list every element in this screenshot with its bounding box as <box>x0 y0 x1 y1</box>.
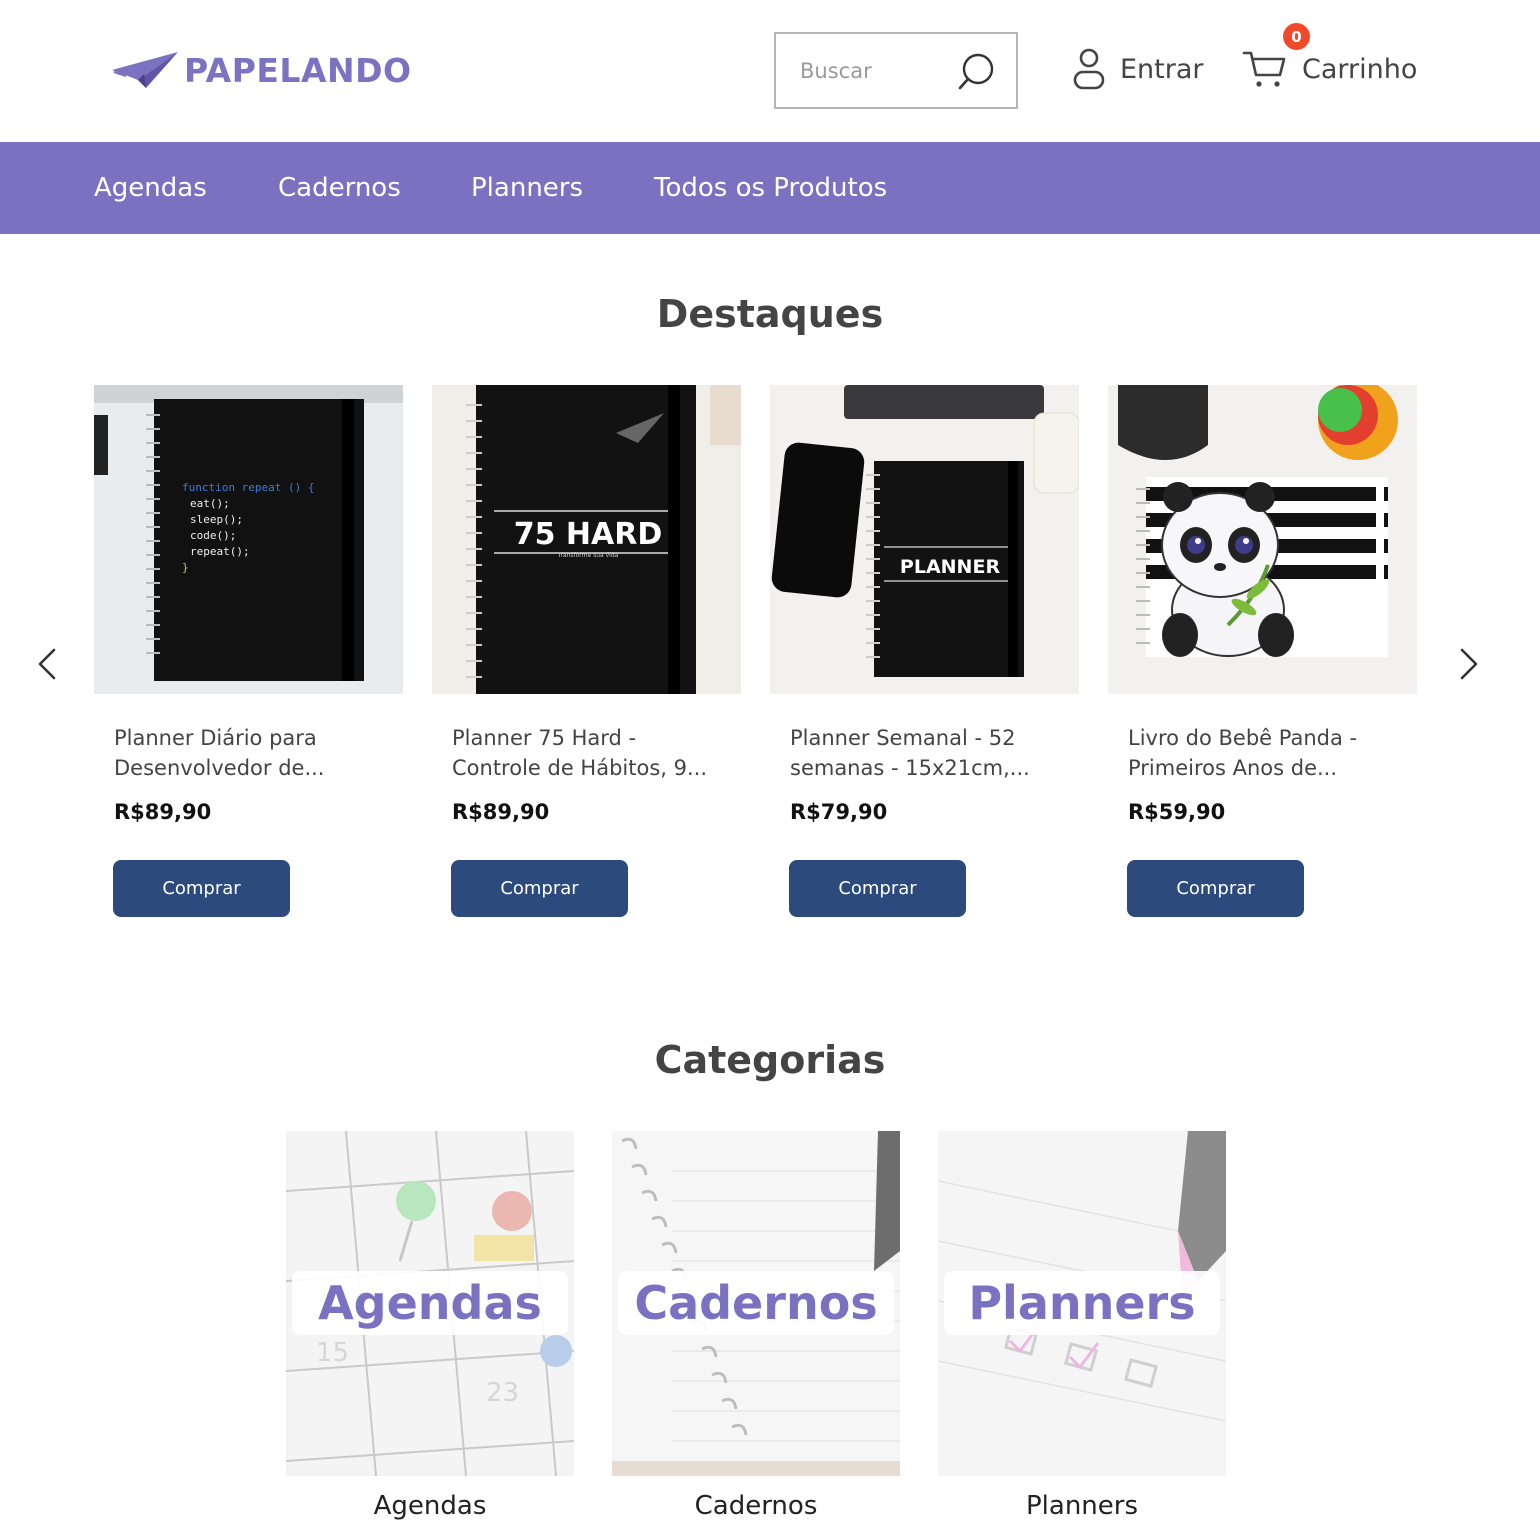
buy-button[interactable]: Comprar <box>451 860 628 917</box>
category-caption[interactable]: Cadernos <box>612 1491 900 1521</box>
nav-item-cadernos[interactable]: Cadernos <box>278 142 401 234</box>
category-card-planners[interactable]: Planners Planners <box>938 1131 1226 1521</box>
product-price: R$79,90 <box>790 800 888 824</box>
cover-code-line-4: code(); <box>190 529 236 542</box>
category-caption[interactable]: Agendas <box>286 1491 574 1521</box>
user-icon <box>1073 48 1105 90</box>
product-name[interactable]: Planner 75 Hard - Controle de Hábitos, 9… <box>452 723 732 783</box>
product-card[interactable]: Livro do Bebê Panda - Primeiros Anos de.… <box>1108 385 1417 917</box>
category-image[interactable]: Cadernos <box>612 1131 900 1476</box>
buy-button[interactable]: Comprar <box>789 860 966 917</box>
cover-subtitle: Transforme sua vida <box>557 552 619 559</box>
product-card[interactable]: 75 HARD Transforme sua vida Planner 75 H… <box>432 385 741 917</box>
category-overlay-label: Agendas <box>292 1271 568 1335</box>
category-image[interactable]: 15 23 Agendas <box>286 1131 574 1476</box>
carousel-next-arrow-icon[interactable] <box>1448 644 1488 684</box>
product-name-line-1[interactable]: Planner Semanal - 52 <box>790 723 1070 753</box>
search-icon[interactable] <box>956 52 996 92</box>
login-link[interactable]: Entrar <box>1072 46 1204 92</box>
product-name-line-2[interactable]: Controle de Hábitos, 9... <box>452 753 732 783</box>
product-name[interactable]: Livro do Bebê Panda - Primeiros Anos de.… <box>1128 723 1408 783</box>
product-price: R$59,90 <box>1128 800 1226 824</box>
product-card[interactable]: function repeat () { eat(); sleep(); cod… <box>94 385 403 917</box>
category-card-cadernos[interactable]: Cadernos Cadernos <box>612 1131 900 1521</box>
product-name-line-2[interactable]: Primeiros Anos de... <box>1128 753 1408 783</box>
featured-title: Destaques <box>656 292 884 336</box>
svg-text:23: 23 <box>486 1378 519 1408</box>
product-image[interactable]: PLANNER <box>770 385 1079 694</box>
login-label: Entrar <box>1120 53 1204 85</box>
cart-link[interactable]: Carrinho <box>1242 46 1417 92</box>
product-name-line-2[interactable]: semanas - 15x21cm,... <box>790 753 1070 783</box>
cover-title: 75 HARD <box>514 517 663 552</box>
nav-item-agendas[interactable]: Agendas <box>94 142 207 234</box>
paper-plane-icon <box>112 52 178 88</box>
site-header: PAPELANDO Entrar Carrinho 0 <box>0 0 1540 142</box>
search-input[interactable] <box>800 58 960 83</box>
buy-button[interactable]: Comprar <box>113 860 290 917</box>
nav-item-todos-os-produtos[interactable]: Todos os Produtos <box>654 142 887 234</box>
logo[interactable]: PAPELANDO <box>112 48 412 92</box>
product-name-line-2[interactable]: Desenvolvedor de... <box>114 753 394 783</box>
cover-code-line-3: sleep(); <box>190 513 243 526</box>
cart-label: Carrinho <box>1302 53 1418 85</box>
cover-title: PLANNER <box>900 556 1001 578</box>
product-name[interactable]: Planner Diário para Desenvolvedor de... <box>114 723 394 783</box>
product-name-line-1[interactable]: Livro do Bebê Panda - <box>1128 723 1408 753</box>
carousel-prev-arrow-icon[interactable] <box>28 644 68 684</box>
cart-icon <box>1242 51 1286 87</box>
product-name-line-1[interactable]: Planner Diário para <box>114 723 394 753</box>
category-card-agendas[interactable]: 15 23 Agendas Agendas <box>286 1131 574 1521</box>
buy-button[interactable]: Comprar <box>1127 860 1304 917</box>
cover-code-line-2: eat(); <box>190 497 230 510</box>
category-image[interactable]: Planners <box>938 1131 1226 1476</box>
cover-code-line-5: repeat(); <box>190 545 250 558</box>
category-caption[interactable]: Planners <box>938 1491 1226 1521</box>
logo-text: PAPELANDO <box>184 50 412 90</box>
cover-code-line-1: function repeat () { <box>182 481 314 494</box>
svg-text:15: 15 <box>316 1338 349 1368</box>
category-overlay-label: Planners <box>944 1271 1220 1335</box>
product-name-line-1[interactable]: Planner 75 Hard - <box>452 723 732 753</box>
category-nav: Agendas Cadernos Planners Todos os Produ… <box>0 142 1540 234</box>
product-name[interactable]: Planner Semanal - 52 semanas - 15x21cm,.… <box>790 723 1070 783</box>
product-price: R$89,90 <box>452 800 550 824</box>
product-image[interactable] <box>1108 385 1417 694</box>
product-card[interactable]: PLANNER Planner Semanal - 52 semanas - 1… <box>770 385 1079 917</box>
nav-item-planners[interactable]: Planners <box>471 142 583 234</box>
product-image[interactable]: 75 HARD Transforme sua vida <box>432 385 741 694</box>
search-box <box>774 32 1018 109</box>
product-image[interactable]: function repeat () { eat(); sleep(); cod… <box>94 385 403 694</box>
categories-title: Categorias <box>654 1038 886 1082</box>
category-overlay-label: Cadernos <box>618 1271 894 1335</box>
cart-count-badge: 0 <box>1283 23 1310 50</box>
product-price: R$89,90 <box>114 800 212 824</box>
cover-code-line-6: } <box>182 561 189 574</box>
